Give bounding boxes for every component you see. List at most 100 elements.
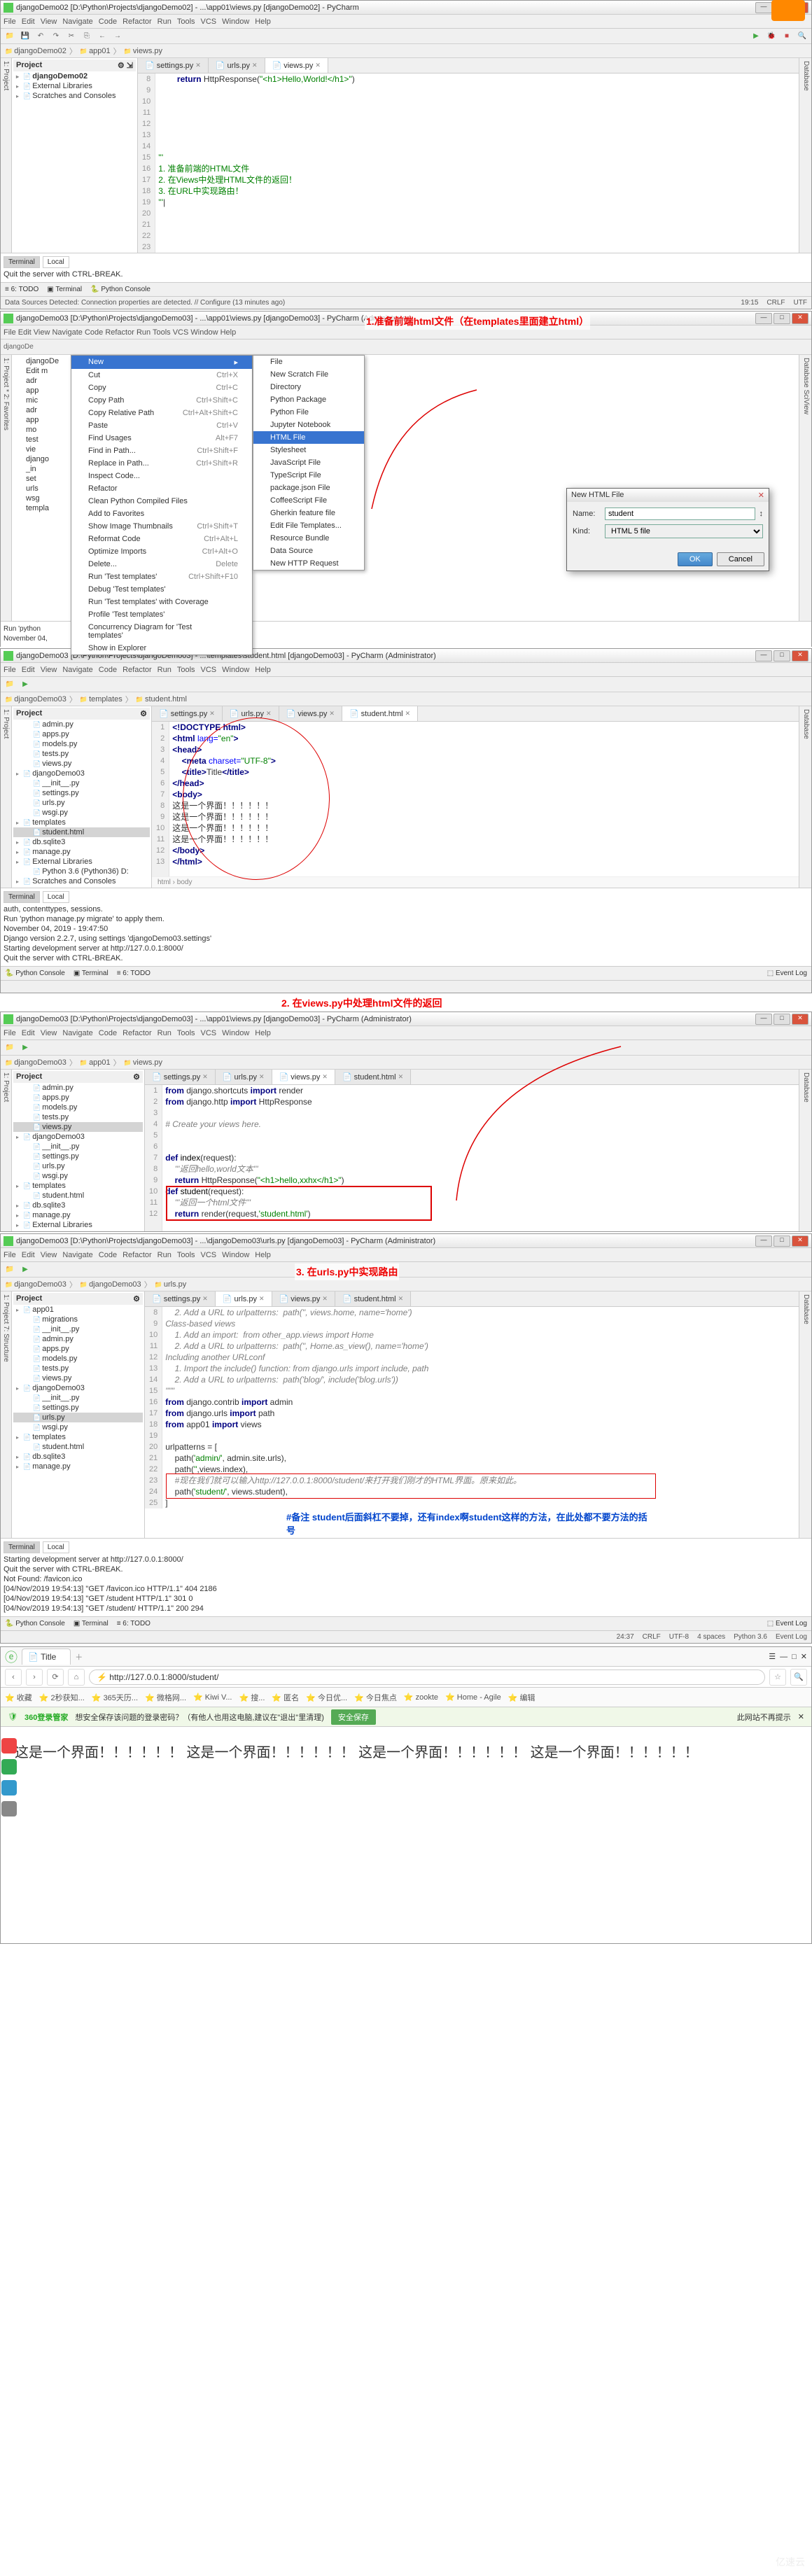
menu-item[interactable]: File	[253, 356, 364, 368]
menu-view[interactable]: View	[41, 1251, 57, 1259]
menu-item[interactable]: CoffeeScript File	[253, 494, 364, 507]
dialog-close-icon[interactable]: ✕	[758, 491, 764, 500]
tree-item[interactable]: 📄settings.py	[13, 788, 150, 798]
browser-min-button[interactable]: —	[780, 1653, 788, 1661]
breadcrumb-item[interactable]: views.py	[122, 47, 164, 55]
tree-item[interactable]: 📄urls.py	[13, 1161, 143, 1171]
databar[interactable]: Data Sources Detected: Connection proper…	[5, 299, 285, 307]
menu-view[interactable]: View	[41, 666, 57, 674]
menu-window[interactable]: Window	[222, 1251, 249, 1259]
database-sidebar-tab[interactable]: Database SciView	[799, 355, 811, 621]
editor-tab[interactable]: 📄student.html✕	[342, 706, 418, 721]
editor-tab[interactable]: 📄student.html✕	[335, 1070, 411, 1084]
menu-vcs[interactable]: VCS	[201, 666, 217, 674]
save-icon[interactable]: 💾	[19, 30, 31, 43]
tree-item[interactable]: ▸📄db.sqlite3	[13, 837, 150, 847]
bookmark-item[interactable]: ⭐ 编辑	[508, 1692, 536, 1703]
debug-icon[interactable]: 🐞	[765, 30, 778, 43]
menu-edit[interactable]: Edit	[22, 1029, 35, 1037]
menu-item[interactable]: New HTTP Request	[253, 557, 364, 570]
menu-item[interactable]: Add to Favorites	[71, 507, 252, 520]
breadcrumb-item[interactable]: djangoDemo03	[4, 1058, 68, 1067]
tree-item[interactable]: ▸📄External Libraries	[13, 81, 136, 91]
maximize-button[interactable]: □	[774, 313, 790, 324]
tree-item[interactable]: 📄admin.py	[13, 1083, 143, 1093]
bookmark-item[interactable]: ⭐ Kiwi V...	[193, 1693, 232, 1702]
maximize-button[interactable]: □	[774, 1236, 790, 1247]
search-button[interactable]: 🔍	[790, 1669, 807, 1686]
menu-item[interactable]: package.json File	[253, 482, 364, 494]
terminal[interactable]: TerminalLocal Starting development serve…	[1, 1538, 811, 1616]
tree-item[interactable]: 📄models.py	[13, 1102, 143, 1112]
tree-item[interactable]: 📄wsgi.py	[13, 1422, 143, 1432]
editor-tab[interactable]: 📄views.py✕	[272, 1292, 335, 1306]
menu-file[interactable]: File	[4, 1029, 16, 1037]
todo-tab[interactable]: ≡ 6: TODO	[5, 286, 38, 293]
menu-item[interactable]: Concurrency Diagram for 'Test templates'	[71, 621, 252, 642]
bookmark-item[interactable]: ⭐ 今日焦点	[354, 1692, 397, 1703]
menu-navigate[interactable]: Navigate	[62, 1029, 92, 1037]
menu-refactor[interactable]: Refactor	[122, 18, 152, 26]
project-sidebar-tab[interactable]: 1: Project	[1, 58, 12, 253]
database-sidebar-tab[interactable]: Database	[799, 58, 811, 253]
vicon-4[interactable]	[1, 1801, 17, 1816]
todo-tab[interactable]: ≡ 6: TODO	[117, 969, 150, 977]
tree-item[interactable]: 📄wsgi.py	[13, 1171, 143, 1181]
editor-tabs[interactable]: 📄settings.py✕📄urls.py✕📄views.py✕📄student…	[145, 1070, 799, 1085]
maximize-button[interactable]: □	[774, 650, 790, 662]
menu-item[interactable]: Jupyter Notebook	[253, 419, 364, 431]
close-button[interactable]: ✕	[792, 1014, 808, 1025]
menu-item[interactable]: New Scratch File	[253, 368, 364, 381]
menu-item[interactable]: CopyCtrl+C	[71, 382, 252, 394]
maximize-button[interactable]: □	[774, 1014, 790, 1025]
menu-item[interactable]: Run 'Test templates'Ctrl+Shift+F10	[71, 570, 252, 583]
tree-item[interactable]: 📄models.py	[13, 739, 150, 749]
tree-item[interactable]: ▸📄Scratches and Consoles	[13, 91, 136, 101]
menu-icon[interactable]: ☰	[769, 1652, 776, 1661]
event-log[interactable]: ⬚ Event Log	[767, 969, 807, 977]
forward-button[interactable]: ›	[26, 1669, 43, 1686]
browser-security-bar[interactable]: 🛡 360登录管家 想安全保存该问题的登录密码？（有他人也用这电脑,建议在"退出…	[1, 1707, 811, 1727]
breadcrumb-item[interactable]: student.html	[134, 695, 188, 704]
search-icon[interactable]: 🔍	[796, 30, 808, 43]
tree-item[interactable]: 📄admin.py	[13, 1334, 143, 1344]
menu-vcs[interactable]: VCS	[201, 1029, 217, 1037]
menu-item[interactable]: Show in Explorer	[71, 642, 252, 654]
menubar[interactable]: FileEditViewNavigateCodeRefactorRunTools…	[1, 663, 811, 677]
tree-item[interactable]: ▸📄djangoDemo03	[13, 1132, 143, 1142]
tree-item[interactable]: 📄apps.py	[13, 1344, 143, 1354]
tree-item[interactable]: 📄views.py	[13, 1122, 143, 1132]
stop-icon[interactable]: ■	[780, 30, 793, 43]
menu-help[interactable]: Help	[255, 18, 271, 26]
minimize-button[interactable]: —	[755, 1236, 772, 1247]
menu-window[interactable]: Window	[222, 666, 249, 674]
back-icon[interactable]: ←	[96, 30, 108, 43]
event-log[interactable]: ⬚ Event Log	[767, 1620, 807, 1628]
bookmark-item[interactable]: ⭐ 匿名	[272, 1692, 299, 1703]
project-tree[interactable]: Project⚙ 📄admin.py📄apps.py📄models.py📄tes…	[12, 706, 152, 888]
menu-item[interactable]: Delete...Delete	[71, 558, 252, 570]
menu-item[interactable]: Reformat CodeCtrl+Alt+L	[71, 533, 252, 545]
editor-tab[interactable]: 📄urls.py✕	[216, 1070, 272, 1084]
kind-select[interactable]: HTML 5 file	[605, 524, 763, 538]
new-html-dialog[interactable]: New HTML File✕ Name:↕ Kind:HTML 5 file O…	[566, 488, 769, 571]
menu-file[interactable]: File	[4, 666, 16, 674]
vertical-icon-strip[interactable]	[0, 1738, 19, 1816]
menu-run[interactable]: Run	[158, 18, 172, 26]
terminal-tab[interactable]: Terminal	[4, 256, 40, 268]
tree-item[interactable]: 📄student.html	[13, 1191, 143, 1200]
menu-item[interactable]: Find in Path...Ctrl+Shift+F	[71, 444, 252, 457]
menu-item[interactable]: Refactor	[71, 482, 252, 495]
tree-item[interactable]: ▸📄templates	[13, 1181, 143, 1191]
breadcrumb-item[interactable]: app01	[78, 1058, 112, 1067]
menu-item[interactable]: Stylesheet	[253, 444, 364, 456]
new-tab-button[interactable]: ＋	[75, 1651, 83, 1662]
tree-item[interactable]: 📄tests.py	[13, 1112, 143, 1122]
tree-item[interactable]: ▸📄djangoDemo03	[13, 1383, 143, 1393]
menu-view[interactable]: View	[41, 1029, 57, 1037]
browser-tab[interactable]: 📄 Title	[22, 1648, 71, 1665]
menu-item[interactable]: CutCtrl+X	[71, 369, 252, 382]
tree-item[interactable]: ▸📄templates	[13, 818, 150, 827]
menu-refactor[interactable]: Refactor	[122, 1251, 152, 1259]
close-button[interactable]: ✕	[792, 1236, 808, 1247]
